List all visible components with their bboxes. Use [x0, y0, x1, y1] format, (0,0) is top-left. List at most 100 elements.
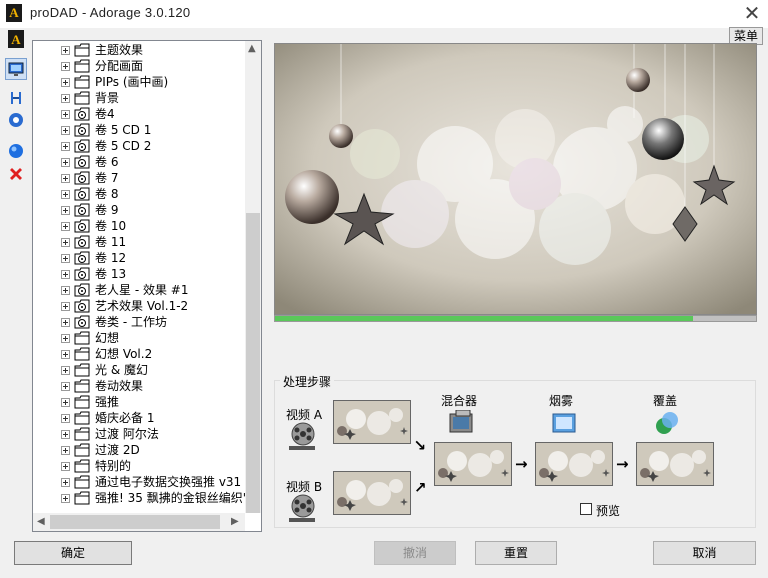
preview-progress-bar[interactable] — [274, 315, 757, 322]
expand-plus-icon[interactable] — [61, 318, 70, 327]
settings-gear-icon[interactable] — [8, 112, 24, 128]
tree-item[interactable]: 卷4 — [33, 106, 245, 122]
mixer-thumbnail[interactable] — [434, 442, 512, 486]
tools-icon[interactable] — [8, 90, 24, 106]
disc-folder-icon — [74, 219, 90, 233]
expand-plus-icon[interactable] — [61, 430, 70, 439]
adorage-logo-icon[interactable]: A — [8, 30, 24, 48]
expand-plus-icon[interactable] — [61, 478, 70, 487]
blue-sphere-icon[interactable] — [8, 143, 24, 159]
expand-plus-icon[interactable] — [61, 462, 70, 471]
expand-plus-icon[interactable] — [61, 142, 70, 151]
tree-item-label: 卷4 — [95, 107, 115, 121]
expand-plus-icon[interactable] — [61, 398, 70, 407]
expand-plus-icon[interactable] — [61, 174, 70, 183]
overlay-label: 覆盖 — [653, 394, 678, 408]
expand-plus-icon[interactable] — [61, 78, 70, 87]
tree-item[interactable]: 主题效果 — [33, 42, 245, 58]
expand-plus-icon[interactable] — [61, 62, 70, 71]
tree-item-label: 通过电子数据交换强推 v31 ā — [95, 475, 245, 489]
tree-item-label: 卷 13 — [95, 267, 127, 281]
expand-plus-icon[interactable] — [61, 446, 70, 455]
tree-item[interactable]: PIPs (画中画) — [33, 74, 245, 90]
tree-item-label: 卷 9 — [95, 203, 119, 217]
tree-item[interactable]: 艺术效果 Vol.1-2 — [33, 298, 245, 314]
expand-plus-icon[interactable] — [61, 190, 70, 199]
tree-item[interactable]: 过渡 阿尔法 — [33, 426, 245, 442]
tree-item[interactable]: 婚庆必备 1 — [33, 410, 245, 426]
expand-plus-icon[interactable] — [61, 158, 70, 167]
expand-plus-icon[interactable] — [61, 110, 70, 119]
cancel-button[interactable]: 取消 — [653, 541, 756, 565]
tree-item[interactable]: 分配画面 — [33, 58, 245, 74]
tree-item[interactable]: 卷 10 — [33, 218, 245, 234]
expand-plus-icon[interactable] — [61, 286, 70, 295]
smoke-label: 烟雾 — [549, 394, 574, 408]
tree-item[interactable]: 卷 8 — [33, 186, 245, 202]
tree-item-label: 分配画面 — [95, 59, 144, 73]
scroll-up-icon[interactable]: ▲ — [248, 43, 256, 54]
tree-item[interactable]: 光 & 魔幻 — [33, 362, 245, 378]
folder-icon — [74, 379, 90, 393]
expand-plus-icon[interactable] — [61, 254, 70, 263]
vertical-scroll-thumb[interactable] — [246, 213, 260, 513]
tree-item[interactable]: 卷动效果 — [33, 378, 245, 394]
video-b-thumbnail[interactable] — [333, 471, 411, 515]
expand-plus-icon[interactable] — [61, 302, 70, 311]
scroll-left-icon[interactable]: ◀ — [37, 516, 45, 527]
preview-checkbox[interactable] — [580, 503, 592, 515]
expand-plus-icon[interactable] — [61, 494, 70, 503]
tree-item[interactable]: 卷 13 — [33, 266, 245, 282]
tree-item[interactable]: 卷 12 — [33, 250, 245, 266]
tree-item[interactable]: 卷 5 CD 1 — [33, 122, 245, 138]
tree-item[interactable]: 卷 11 — [33, 234, 245, 250]
expand-plus-icon[interactable] — [61, 350, 70, 359]
monitor-icon[interactable] — [5, 58, 27, 80]
horizontal-scroll-thumb[interactable] — [50, 515, 220, 529]
video-a-thumbnail[interactable] — [333, 400, 411, 444]
tree-item[interactable]: 卷 7 — [33, 170, 245, 186]
tree-item[interactable]: 卷类 - 工作坊 — [33, 314, 245, 330]
delete-x-icon[interactable] — [8, 166, 24, 182]
smoke-thumbnail[interactable] — [535, 442, 613, 486]
disc-folder-icon — [74, 139, 90, 153]
tree-item-label: 特别的 — [95, 459, 132, 473]
tree-item[interactable]: 卷 6 — [33, 154, 245, 170]
overlay-thumbnail[interactable] — [636, 442, 714, 486]
effects-tree[interactable]: 主题效果 分配画面 PIPs (画中画) 背景 卷4 卷 5 CD 1 卷 5 CD 2 卷 … — [32, 40, 262, 532]
tree-item[interactable]: 幻想 — [33, 330, 245, 346]
tree-item[interactable]: 老人星 - 效果 #1 — [33, 282, 245, 298]
tree-item-label: 老人星 - 效果 #1 — [95, 283, 189, 297]
close-icon[interactable]: ✕ — [740, 2, 764, 24]
expand-plus-icon[interactable] — [61, 206, 70, 215]
tree-item-label: 卷类 - 工作坊 — [95, 315, 167, 329]
horizontal-scrollbar[interactable]: ◀ ▶ — [33, 513, 245, 531]
vertical-scrollbar[interactable]: ▲ — [245, 41, 261, 513]
scroll-right-icon[interactable]: ▶ — [231, 516, 239, 527]
tree-item[interactable]: 强推 — [33, 394, 245, 410]
tree-item[interactable]: 特别的 — [33, 458, 245, 474]
expand-plus-icon[interactable] — [61, 270, 70, 279]
tree-item[interactable]: 强推! 35 飘拂的金银丝编织' — [33, 490, 245, 506]
tree-item[interactable]: 卷 5 CD 2 — [33, 138, 245, 154]
folder-icon — [74, 43, 90, 57]
expand-plus-icon[interactable] — [61, 382, 70, 391]
tree-item[interactable]: 幻想 Vol.2 — [33, 346, 245, 362]
expand-plus-icon[interactable] — [61, 46, 70, 55]
reset-button[interactable]: 重置 — [475, 541, 557, 565]
expand-plus-icon[interactable] — [61, 334, 70, 343]
tree-item-label: PIPs (画中画) — [95, 75, 169, 89]
expand-plus-icon[interactable] — [61, 222, 70, 231]
expand-plus-icon[interactable] — [61, 414, 70, 423]
ok-button[interactable]: 确定 — [14, 541, 132, 565]
tree-item[interactable]: 过渡 2D — [33, 442, 245, 458]
tree-item[interactable]: 卷 9 — [33, 202, 245, 218]
expand-plus-icon[interactable] — [61, 238, 70, 247]
tree-item[interactable]: 背景 — [33, 90, 245, 106]
expand-plus-icon[interactable] — [61, 94, 70, 103]
tree-item[interactable]: 通过电子数据交换强推 v31 ā — [33, 474, 245, 490]
expand-plus-icon[interactable] — [61, 366, 70, 375]
disc-folder-icon — [74, 155, 90, 169]
undo-button[interactable]: 撤消 — [374, 541, 456, 565]
expand-plus-icon[interactable] — [61, 126, 70, 135]
